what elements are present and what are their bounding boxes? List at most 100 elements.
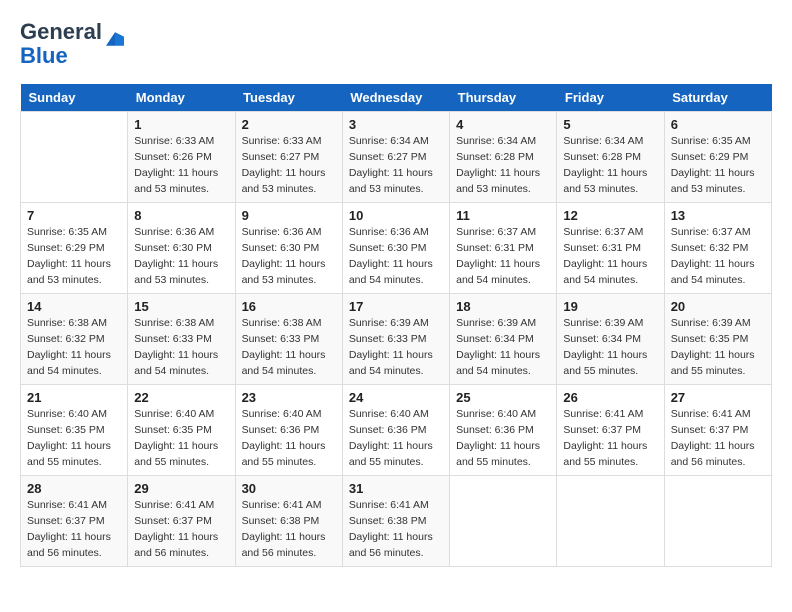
calendar-cell: 4 Sunrise: 6:34 AM Sunset: 6:28 PM Daylig…: [450, 112, 557, 203]
calendar-cell: 23 Sunrise: 6:40 AM Sunset: 6:36 PM Dayli…: [235, 385, 342, 476]
calendar-cell: 9Sunrise: 6:36 AM Sunset: 6:30 PM Daylig…: [235, 203, 342, 294]
day-info: Sunrise: 6:41 AM Sunset: 6:37 PM Dayligh…: [563, 407, 657, 470]
logo-icon: [106, 32, 124, 46]
day-number: 31: [349, 481, 443, 496]
day-number: 22: [134, 390, 228, 405]
calendar-week-1: 1Sunrise: 6:33 AM Sunset: 6:26 PM Daylig…: [21, 112, 772, 203]
calendar-cell: 11Sunrise: 6:37 AM Sunset: 6:31 PM Dayli…: [450, 203, 557, 294]
day-info: Sunrise: 6:41 AM Sunset: 6:37 PM Dayligh…: [671, 407, 765, 470]
calendar-cell: 5Sunrise: 6:34 AM Sunset: 6:28 PM Daylig…: [557, 112, 664, 203]
day-number: 10: [349, 208, 443, 223]
calendar-body: 1Sunrise: 6:33 AM Sunset: 6:26 PM Daylig…: [21, 112, 772, 567]
day-info: Sunrise: 6:38 AM Sunset: 6:32 PM Dayligh…: [27, 316, 121, 379]
day-number: 28: [27, 481, 121, 496]
day-info: Sunrise: 6:36 AM Sunset: 6:30 PM Dayligh…: [349, 225, 443, 288]
calendar-cell: 26 Sunrise: 6:41 AM Sunset: 6:37 PM Dayli…: [557, 385, 664, 476]
calendar-cell: 20 Sunrise: 6:39 AM Sunset: 6:35 PM Dayli…: [664, 294, 771, 385]
weekday-header-monday: Monday: [128, 84, 235, 112]
day-number: 20: [671, 299, 765, 314]
calendar-cell: [21, 112, 128, 203]
day-info: Sunrise: 6:39 AM Sunset: 6:35 PM Dayligh…: [671, 316, 765, 379]
day-number: 7: [27, 208, 121, 223]
calendar-cell: 6 Sunrise: 6:35 AM Sunset: 6:29 PM Daylig…: [664, 112, 771, 203]
day-number: 2: [242, 117, 336, 132]
day-info: Sunrise: 6:41 AM Sunset: 6:37 PM Dayligh…: [134, 498, 228, 561]
day-number: 27: [671, 390, 765, 405]
day-info: Sunrise: 6:39 AM Sunset: 6:34 PM Dayligh…: [456, 316, 550, 379]
calendar-cell: 1Sunrise: 6:33 AM Sunset: 6:26 PM Daylig…: [128, 112, 235, 203]
calendar-cell: 24 Sunrise: 6:40 AM Sunset: 6:36 PM Dayli…: [342, 385, 449, 476]
logo: GeneralBlue: [20, 20, 124, 68]
day-number: 24: [349, 390, 443, 405]
day-info: Sunrise: 6:40 AM Sunset: 6:36 PM Dayligh…: [456, 407, 550, 470]
day-number: 8: [134, 208, 228, 223]
day-number: 26: [563, 390, 657, 405]
day-info: Sunrise: 6:36 AM Sunset: 6:30 PM Dayligh…: [134, 225, 228, 288]
day-number: 3: [349, 117, 443, 132]
calendar-cell: 13Sunrise: 6:37 AM Sunset: 6:32 PM Dayli…: [664, 203, 771, 294]
calendar-cell: [450, 476, 557, 567]
calendar-cell: 16 Sunrise: 6:38 AM Sunset: 6:33 PM Dayli…: [235, 294, 342, 385]
day-info: Sunrise: 6:34 AM Sunset: 6:28 PM Dayligh…: [456, 134, 550, 197]
day-number: 13: [671, 208, 765, 223]
weekday-header-wednesday: Wednesday: [342, 84, 449, 112]
calendar-cell: 31 Sunrise: 6:41 AM Sunset: 6:38 PM Dayli…: [342, 476, 449, 567]
day-info: Sunrise: 6:39 AM Sunset: 6:33 PM Dayligh…: [349, 316, 443, 379]
day-info: Sunrise: 6:41 AM Sunset: 6:38 PM Dayligh…: [242, 498, 336, 561]
day-info: Sunrise: 6:35 AM Sunset: 6:29 PM Dayligh…: [27, 225, 121, 288]
calendar-cell: 10 Sunrise: 6:36 AM Sunset: 6:30 PM Dayli…: [342, 203, 449, 294]
calendar-cell: 2 Sunrise: 6:33 AM Sunset: 6:27 PM Daylig…: [235, 112, 342, 203]
calendar-cell: 8 Sunrise: 6:36 AM Sunset: 6:30 PM Daylig…: [128, 203, 235, 294]
day-info: Sunrise: 6:34 AM Sunset: 6:27 PM Dayligh…: [349, 134, 443, 197]
day-number: 30: [242, 481, 336, 496]
calendar-cell: 15 Sunrise: 6:38 AM Sunset: 6:33 PM Dayli…: [128, 294, 235, 385]
calendar-cell: 17 Sunrise: 6:39 AM Sunset: 6:33 PM Dayli…: [342, 294, 449, 385]
calendar-cell: 7 Sunrise: 6:35 AM Sunset: 6:29 PM Daylig…: [21, 203, 128, 294]
page-header: GeneralBlue: [20, 20, 772, 68]
day-info: Sunrise: 6:40 AM Sunset: 6:36 PM Dayligh…: [242, 407, 336, 470]
calendar-week-5: 28 Sunrise: 6:41 AM Sunset: 6:37 PM Dayli…: [21, 476, 772, 567]
calendar-cell: [557, 476, 664, 567]
day-info: Sunrise: 6:38 AM Sunset: 6:33 PM Dayligh…: [242, 316, 336, 379]
calendar-cell: 30 Sunrise: 6:41 AM Sunset: 6:38 PM Dayli…: [235, 476, 342, 567]
calendar-cell: 18Sunrise: 6:39 AM Sunset: 6:34 PM Dayli…: [450, 294, 557, 385]
day-number: 4: [456, 117, 550, 132]
logo-text: GeneralBlue: [20, 20, 102, 68]
day-number: 6: [671, 117, 765, 132]
header-row: SundayMondayTuesdayWednesdayThursdayFrid…: [21, 84, 772, 112]
day-info: Sunrise: 6:37 AM Sunset: 6:31 PM Dayligh…: [563, 225, 657, 288]
day-info: Sunrise: 6:40 AM Sunset: 6:35 PM Dayligh…: [27, 407, 121, 470]
day-info: Sunrise: 6:41 AM Sunset: 6:37 PM Dayligh…: [27, 498, 121, 561]
day-number: 15: [134, 299, 228, 314]
calendar-cell: 29Sunrise: 6:41 AM Sunset: 6:37 PM Dayli…: [128, 476, 235, 567]
day-number: 11: [456, 208, 550, 223]
day-number: 23: [242, 390, 336, 405]
day-info: Sunrise: 6:35 AM Sunset: 6:29 PM Dayligh…: [671, 134, 765, 197]
calendar-cell: 27 Sunrise: 6:41 AM Sunset: 6:37 PM Dayli…: [664, 385, 771, 476]
day-info: Sunrise: 6:38 AM Sunset: 6:33 PM Dayligh…: [134, 316, 228, 379]
day-number: 17: [349, 299, 443, 314]
day-info: Sunrise: 6:33 AM Sunset: 6:27 PM Dayligh…: [242, 134, 336, 197]
calendar-week-3: 14Sunrise: 6:38 AM Sunset: 6:32 PM Dayli…: [21, 294, 772, 385]
calendar-cell: 25 Sunrise: 6:40 AM Sunset: 6:36 PM Dayli…: [450, 385, 557, 476]
day-number: 12: [563, 208, 657, 223]
day-number: 16: [242, 299, 336, 314]
day-info: Sunrise: 6:40 AM Sunset: 6:36 PM Dayligh…: [349, 407, 443, 470]
day-info: Sunrise: 6:33 AM Sunset: 6:26 PM Dayligh…: [134, 134, 228, 197]
calendar-cell: 12 Sunrise: 6:37 AM Sunset: 6:31 PM Dayli…: [557, 203, 664, 294]
day-number: 21: [27, 390, 121, 405]
day-number: 5: [563, 117, 657, 132]
day-number: 19: [563, 299, 657, 314]
day-number: 25: [456, 390, 550, 405]
weekday-header-friday: Friday: [557, 84, 664, 112]
calendar-cell: [664, 476, 771, 567]
day-info: Sunrise: 6:40 AM Sunset: 6:35 PM Dayligh…: [134, 407, 228, 470]
weekday-header-tuesday: Tuesday: [235, 84, 342, 112]
day-info: Sunrise: 6:41 AM Sunset: 6:38 PM Dayligh…: [349, 498, 443, 561]
calendar-cell: 14Sunrise: 6:38 AM Sunset: 6:32 PM Dayli…: [21, 294, 128, 385]
day-info: Sunrise: 6:39 AM Sunset: 6:34 PM Dayligh…: [563, 316, 657, 379]
weekday-header-sunday: Sunday: [21, 84, 128, 112]
calendar-cell: 21 Sunrise: 6:40 AM Sunset: 6:35 PM Dayli…: [21, 385, 128, 476]
calendar-cell: 28 Sunrise: 6:41 AM Sunset: 6:37 PM Dayli…: [21, 476, 128, 567]
calendar-week-4: 21 Sunrise: 6:40 AM Sunset: 6:35 PM Dayli…: [21, 385, 772, 476]
